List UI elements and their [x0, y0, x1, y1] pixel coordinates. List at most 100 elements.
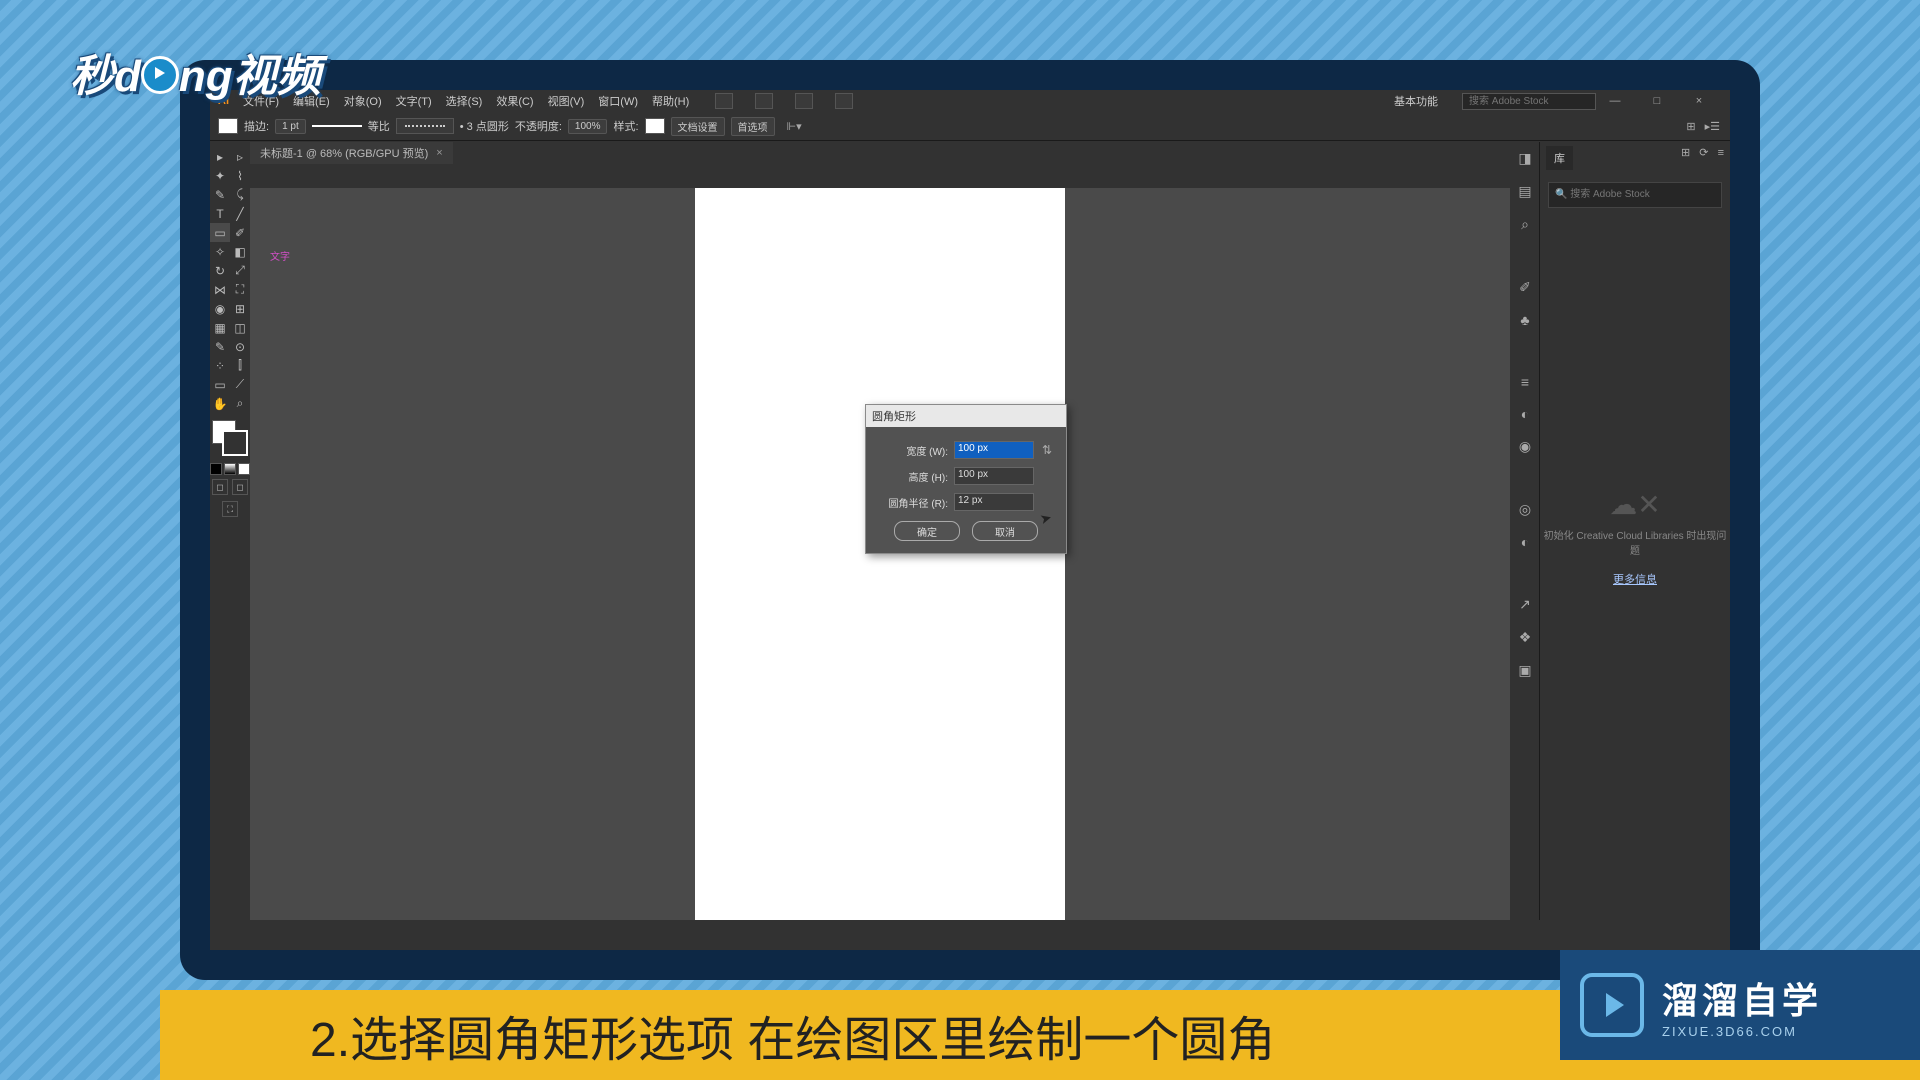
stroke-sample[interactable]	[312, 125, 362, 127]
brush-preset[interactable]	[396, 118, 454, 134]
menu-view[interactable]: 视图(V)	[548, 93, 585, 109]
hand-tool[interactable]: ✋	[210, 394, 230, 413]
panel-grid-icon[interactable]: ⊞	[1681, 147, 1690, 159]
panel-menu-icon[interactable]: ≡	[1718, 147, 1724, 159]
menu-icon-3[interactable]	[795, 93, 813, 109]
menu-window[interactable]: 窗口(W)	[598, 93, 638, 109]
menu-icon-4[interactable]	[835, 93, 853, 109]
gradient-tool[interactable]: ◫	[230, 318, 250, 337]
curvature-tool[interactable]: ⤹	[230, 185, 250, 204]
gradient-panel-icon[interactable]: ◉	[1519, 438, 1531, 455]
status-bar	[210, 920, 1730, 950]
export-panel-icon[interactable]: ↗	[1519, 596, 1531, 613]
asset-panel-icon[interactable]: ❖	[1519, 629, 1532, 646]
type-tool[interactable]: T	[210, 204, 230, 223]
doc-setup-button[interactable]: 文档设置	[671, 117, 725, 136]
minimize-icon[interactable]: —	[1606, 95, 1624, 107]
height-label: 高度 (H):	[878, 469, 948, 484]
workspace-area[interactable]: 文字	[250, 188, 1510, 920]
menu-icon-1[interactable]	[715, 93, 733, 109]
rectangle-tool[interactable]: ▭	[210, 223, 230, 242]
free-transform-tool[interactable]: ⛶	[230, 280, 250, 299]
menu-object[interactable]: 对象(O)	[344, 93, 382, 109]
graph-tool[interactable]: ⫿	[230, 356, 250, 375]
gradient-mode-icon[interactable]	[224, 463, 236, 475]
menu-type[interactable]: 文字(T)	[396, 93, 432, 109]
align-icon[interactable]: ⊩▾	[787, 120, 802, 133]
color-panel-icon[interactable]: ◐	[1521, 406, 1529, 422]
libraries-search-input[interactable]: 🔍 搜索 Adobe Stock	[1548, 182, 1722, 208]
draw-behind-icon[interactable]: ◻	[232, 479, 248, 495]
dialog-title: 圆角矩形	[866, 405, 1066, 427]
tab-close-icon[interactable]: ×	[436, 147, 442, 159]
workspace-switcher[interactable]: 基本功能	[1394, 93, 1438, 109]
menu-effect[interactable]: 效果(C)	[496, 93, 533, 109]
none-mode-icon[interactable]	[238, 463, 250, 475]
cancel-button[interactable]: 取消	[972, 521, 1038, 541]
eyedropper-tool[interactable]: ✎	[210, 337, 230, 356]
lasso-tool[interactable]: ⌇	[230, 166, 250, 185]
stroke-panel-icon[interactable]: ≡	[1521, 374, 1529, 390]
stroke-color-icon[interactable]	[222, 430, 248, 456]
ok-button[interactable]: 确定	[894, 521, 960, 541]
shape-builder-tool[interactable]: ◉	[210, 299, 230, 318]
layers-panel-icon[interactable]: ▤	[1518, 183, 1531, 200]
style-swatch[interactable]	[645, 118, 665, 134]
document-tab[interactable]: 未标题-1 @ 68% (RGB/GPU 预览) ×	[250, 142, 453, 164]
grid-icon[interactable]: ⊞	[1686, 121, 1695, 133]
menu-select[interactable]: 选择(S)	[446, 93, 483, 109]
scale-tool[interactable]: ⤢	[230, 261, 250, 280]
arrange-icon[interactable]: ▸☰	[1705, 121, 1720, 133]
swatches-panel-icon[interactable]: ⌕	[1521, 216, 1529, 233]
stock-search-input[interactable]	[1462, 93, 1596, 110]
fill-stroke-control[interactable]	[210, 418, 250, 458]
libraries-panel-icon[interactable]: ▣	[1518, 662, 1531, 679]
artboard[interactable]	[695, 188, 1065, 920]
width-label: 宽度 (W):	[878, 443, 948, 458]
width-input[interactable]: 100 px	[954, 441, 1034, 459]
slice-tool[interactable]: ⟋	[230, 375, 250, 394]
menu-help[interactable]: 帮助(H)	[652, 93, 689, 109]
pen-tool[interactable]: ✎	[210, 185, 230, 204]
play-icon	[141, 56, 179, 94]
menu-icon-2[interactable]	[755, 93, 773, 109]
appearance-panel-icon[interactable]: ◎	[1519, 501, 1531, 518]
zoom-tool[interactable]: ⌕	[230, 394, 250, 413]
brand-play-icon	[1580, 973, 1644, 1037]
radius-input[interactable]: 12 px	[954, 493, 1034, 511]
fill-swatch[interactable]	[218, 118, 238, 134]
paintbrush-tool[interactable]: ✐	[230, 223, 250, 242]
line-tool[interactable]: ╱	[230, 204, 250, 223]
symbol-sprayer-tool[interactable]: ⁘	[210, 356, 230, 375]
color-mode-row	[210, 463, 250, 475]
stroke-width-input[interactable]: 1 pt	[275, 119, 306, 134]
direct-selection-tool[interactable]: ▹	[230, 147, 250, 166]
libraries-more-link[interactable]: 更多信息	[1540, 571, 1730, 587]
transparency-panel-icon[interactable]: ◐	[1521, 534, 1529, 550]
symbols-panel-icon[interactable]: ♣	[1520, 312, 1529, 328]
screen-mode-toggle[interactable]: ⛶	[210, 501, 250, 517]
draw-normal-icon[interactable]: ◻	[212, 479, 228, 495]
libraries-tab[interactable]: 库	[1546, 146, 1573, 170]
link-dimensions-icon[interactable]: ⇅	[1042, 443, 1052, 457]
artboard-tool[interactable]: ▭	[210, 375, 230, 394]
shaper-tool[interactable]: ✧	[210, 242, 230, 261]
mesh-tool[interactable]: ▦	[210, 318, 230, 337]
properties-panel-icon[interactable]: ◨	[1518, 150, 1531, 167]
color-mode-icon[interactable]	[210, 463, 222, 475]
close-icon[interactable]: ×	[1690, 95, 1708, 107]
blend-tool[interactable]: ⊙	[230, 337, 250, 356]
prefs-button[interactable]: 首选项	[731, 117, 775, 136]
screen-mode-icon[interactable]: ⛶	[222, 501, 238, 517]
height-input[interactable]: 100 px	[954, 467, 1034, 485]
brushes-panel-icon[interactable]: ✐	[1519, 279, 1531, 296]
perspective-tool[interactable]: ⊞	[230, 299, 250, 318]
eraser-tool[interactable]: ◧	[230, 242, 250, 261]
rotate-tool[interactable]: ↻	[210, 261, 230, 280]
panel-sync-icon[interactable]: ⟳	[1699, 147, 1708, 159]
width-tool[interactable]: ⋈	[210, 280, 230, 299]
maximize-icon[interactable]: □	[1648, 95, 1666, 107]
opacity-input[interactable]: 100%	[568, 119, 608, 134]
selection-tool[interactable]: ▸	[210, 147, 230, 166]
magic-wand-tool[interactable]: ✦	[210, 166, 230, 185]
